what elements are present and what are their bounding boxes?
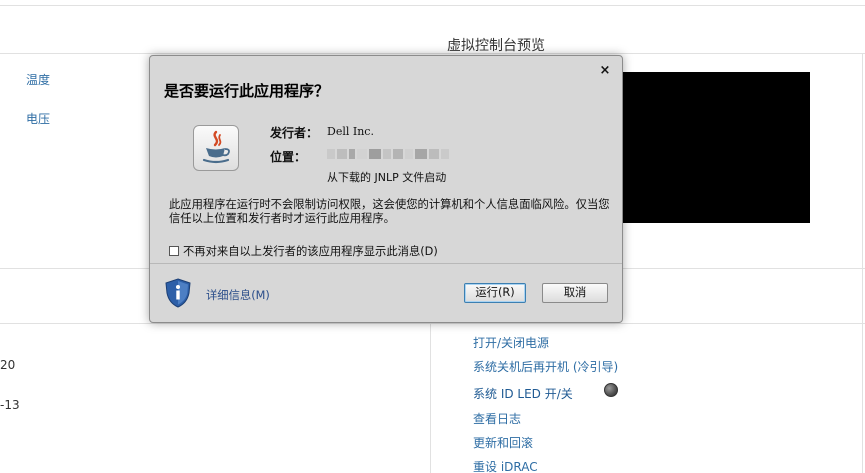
left-value: -13: [0, 398, 20, 412]
dont-show-again-row[interactable]: 不再对来自以上发行者的该应用程序显示此消息(D): [169, 243, 438, 259]
action-power-cycle[interactable]: 系统关机后再开机 (冷引导): [473, 358, 618, 375]
action-reset-idrac[interactable]: 重设 iDRAC: [473, 458, 538, 473]
idrac-page: 温度 电压 虚拟控制台预览 20 -13 打开/关闭电源 系统关机后再开机 (冷…: [0, 0, 865, 473]
divider: [0, 323, 865, 324]
run-button[interactable]: 运行(R): [464, 283, 526, 303]
warning-text: 此应用程序在运行时不会限制访问权限，这会使您的计算机和个人信息面临风险。仅当您信…: [169, 198, 610, 225]
sensor-link-voltage[interactable]: 电压: [26, 110, 50, 127]
dont-show-again-checkbox[interactable]: [169, 246, 179, 256]
location-note: 从下载的 JNLP 文件启动: [327, 171, 447, 184]
left-value: 20: [0, 358, 16, 372]
cancel-button[interactable]: 取消: [542, 283, 608, 303]
java-security-dialog: × 是否要运行此应用程序？ 发行者： Dell Inc. 位置： 从下载的 JN…: [149, 55, 623, 323]
dialog-title: 是否要运行此应用程序？: [164, 82, 330, 100]
divider: [430, 323, 431, 473]
java-icon: [193, 125, 239, 171]
location-value-redacted: [327, 149, 455, 159]
publisher-value: Dell Inc.: [327, 125, 374, 138]
publisher-label: 发行者：: [270, 126, 319, 140]
virtual-console-preview[interactable]: [600, 72, 810, 223]
divider: [862, 53, 863, 473]
led-indicator-icon: [604, 383, 618, 397]
action-power-toggle[interactable]: 打开/关闭电源: [473, 334, 549, 351]
action-update-rollback[interactable]: 更新和回滚: [473, 434, 533, 451]
action-view-logs[interactable]: 查看日志: [473, 410, 521, 427]
details-link[interactable]: 详细信息(M): [206, 287, 270, 303]
dialog-separator: [150, 263, 622, 264]
dont-show-again-label: 不再对来自以上发行者的该应用程序显示此消息(D): [183, 245, 438, 258]
virtual-console-preview-title: 虚拟控制台预览: [447, 38, 545, 54]
location-label: 位置：: [270, 150, 307, 164]
divider: [0, 5, 865, 6]
action-id-led[interactable]: 系统 ID LED 开/关: [473, 385, 573, 402]
sensor-link-temperature[interactable]: 温度: [26, 71, 50, 88]
divider: [0, 53, 865, 54]
shield-info-icon: [164, 278, 192, 308]
close-icon[interactable]: ×: [598, 64, 612, 78]
